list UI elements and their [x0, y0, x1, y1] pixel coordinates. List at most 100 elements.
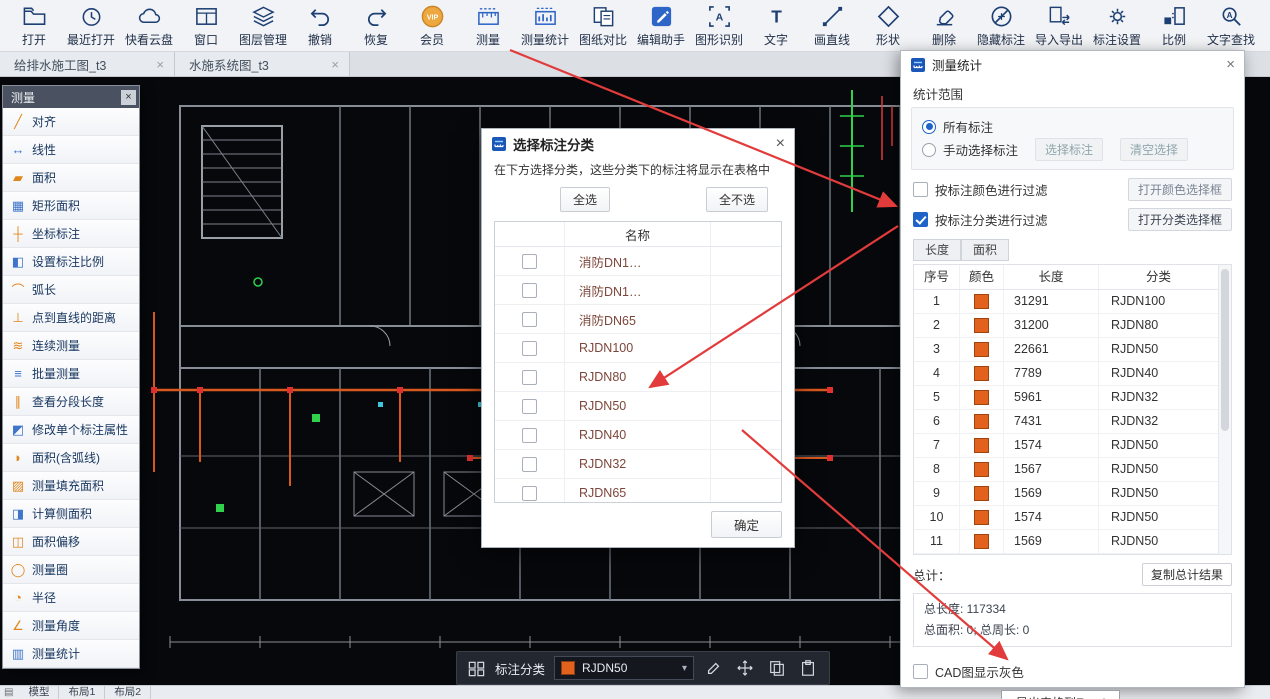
stats-table-row[interactable]: 3 22661 RJDN50	[914, 338, 1219, 362]
measure-tool-item[interactable]: ◔ 半径	[3, 584, 139, 612]
measure-tool-item[interactable]: ↔ 线性	[3, 136, 139, 164]
stats-table-row[interactable]: 10 1574 RJDN50	[914, 506, 1219, 530]
select-annotations-button[interactable]: 选择标注	[1035, 138, 1103, 161]
scope-manual-row[interactable]: 手动选择标注 选择标注 清空选择	[922, 138, 1223, 161]
scrollbar-thumb[interactable]	[1221, 269, 1229, 431]
select-none-button[interactable]: 全不选	[706, 187, 768, 212]
measure-tool-item[interactable]: ∥ 查看分段长度	[3, 388, 139, 416]
row-checkbox[interactable]	[522, 486, 537, 501]
stats-table-row[interactable]: 7 1574 RJDN50	[914, 434, 1219, 458]
toolbar-button[interactable]: 画直线	[804, 0, 860, 52]
stats-table-row[interactable]: 8 1567 RJDN50	[914, 458, 1219, 482]
measure-tool-item[interactable]: ╱ 对齐	[3, 108, 139, 136]
row-checkbox[interactable]	[522, 283, 537, 298]
radio-manual-select[interactable]	[922, 143, 936, 157]
open-class-picker-button[interactable]: 打开分类选择框	[1128, 208, 1232, 231]
scope-all-row[interactable]: 所有标注	[922, 115, 1223, 138]
toolbar-button[interactable]: 打开	[6, 0, 62, 52]
open-color-picker-button[interactable]: 打开颜色选择框	[1128, 178, 1232, 201]
toolbar-button[interactable]: 快看云盘	[120, 0, 178, 52]
measure-tool-item[interactable]: ⌒ 弧长	[3, 276, 139, 304]
measure-tool-item[interactable]: ▦ 矩形面积	[3, 192, 139, 220]
toolbar-button[interactable]: 标注设置	[1088, 0, 1146, 52]
tab-close-icon[interactable]: ×	[331, 57, 339, 72]
classification-row[interactable]: RJDN100	[495, 334, 781, 363]
measure-tool-item[interactable]: ◧ 设置标注比例	[3, 248, 139, 276]
color-filter-checkbox[interactable]	[913, 182, 928, 197]
measure-tool-item[interactable]: ≡ 批量测量	[3, 360, 139, 388]
toolbar-button[interactable]: 隐藏标注	[972, 0, 1030, 52]
move-annotation-button[interactable]	[734, 656, 756, 680]
measure-tool-item[interactable]: ◗ 面积(含弧线)	[3, 444, 139, 472]
measure-panel-header[interactable]: 测量 ×	[3, 86, 139, 108]
classification-row[interactable]: 消防DN1…	[495, 276, 781, 305]
toolbar-button[interactable]: 图形识别	[690, 0, 748, 52]
copy-annotation-button[interactable]	[766, 656, 788, 680]
measure-panel-close-icon[interactable]: ×	[121, 90, 136, 105]
class-filter-checkbox[interactable]	[913, 212, 928, 227]
stats-table-row[interactable]: 9 1569 RJDN50	[914, 482, 1219, 506]
toolbar-button[interactable]: 图层管理	[234, 0, 292, 52]
layout-tab[interactable]: 模型	[19, 686, 59, 699]
classification-row[interactable]: 消防DN1…	[495, 247, 781, 276]
classification-dropdown[interactable]: RJDN50 ▾	[554, 656, 694, 680]
classification-row[interactable]: RJDN50	[495, 392, 781, 421]
measure-tool-item[interactable]: ▥ 测量统计	[3, 640, 139, 668]
paste-annotation-button[interactable]	[797, 656, 819, 680]
export-excel-button[interactable]: 导出表格到Excel	[1001, 690, 1120, 699]
row-checkbox[interactable]	[522, 254, 537, 269]
radio-all-annotations[interactable]	[922, 120, 936, 134]
stats-table-row[interactable]: 6 7431 RJDN32	[914, 410, 1219, 434]
layout-tab[interactable]: 布局2	[105, 686, 151, 699]
toolbar-button[interactable]: 比例	[1146, 0, 1202, 52]
measure-tool-item[interactable]: ⊥ 点到直线的距离	[3, 304, 139, 332]
document-tab[interactable]: 给排水施工图_t3 ×	[0, 52, 175, 76]
table-scrollbar[interactable]	[1218, 265, 1231, 554]
stats-tab[interactable]: 面积	[961, 239, 1009, 261]
toolbar-button[interactable]: 文字查找	[1202, 0, 1260, 52]
measure-tool-item[interactable]: ◯ 测量圈	[3, 556, 139, 584]
clear-selection-button[interactable]: 清空选择	[1120, 138, 1188, 161]
stats-table-row[interactable]: 2 31200 RJDN80	[914, 314, 1219, 338]
measure-tool-item[interactable]: ◨ 计算侧面积	[3, 500, 139, 528]
row-checkbox[interactable]	[522, 428, 537, 443]
toolbar-button[interactable]: 文字	[748, 0, 804, 52]
cad-gray-checkbox[interactable]	[913, 664, 928, 679]
toolbar-button[interactable]: 测量统计	[516, 0, 574, 52]
toolbar-button[interactable]: 测量	[460, 0, 516, 52]
stats-table-row[interactable]: 4 7789 RJDN40	[914, 362, 1219, 386]
toolbar-button[interactable]: 编辑助手	[632, 0, 690, 52]
row-checkbox[interactable]	[522, 457, 537, 472]
stats-panel-header[interactable]: 测量统计 ×	[901, 51, 1244, 78]
classification-row[interactable]: RJDN80	[495, 363, 781, 392]
confirm-button[interactable]: 确定	[711, 511, 782, 538]
classification-row[interactable]: RJDN65	[495, 479, 781, 503]
toolbar-button[interactable]: 图纸对比	[574, 0, 632, 52]
edit-annotation-button[interactable]	[703, 656, 725, 680]
stats-table-row[interactable]: 1 31291 RJDN100	[914, 290, 1219, 314]
document-tab[interactable]: 水施系统图_t3 ×	[175, 52, 350, 76]
copy-total-button[interactable]: 复制总计结果	[1142, 563, 1232, 586]
stats-table-row[interactable]: 5 5961 RJDN32	[914, 386, 1219, 410]
row-checkbox[interactable]	[522, 341, 537, 356]
measure-tool-item[interactable]: ┼ 坐标标注	[3, 220, 139, 248]
measure-tool-item[interactable]: ◫ 面积偏移	[3, 528, 139, 556]
dialog-close-icon[interactable]: ×	[776, 135, 785, 153]
measure-tool-item[interactable]: ▨ 测量填充面积	[3, 472, 139, 500]
toolbar-button[interactable]: 撤销	[292, 0, 348, 52]
toolbar-button[interactable]: 恢复	[348, 0, 404, 52]
toolbar-button[interactable]: 最近打开	[62, 0, 120, 52]
stats-panel-close-icon[interactable]: ×	[1226, 56, 1235, 73]
measure-tool-item[interactable]: ▰ 面积	[3, 164, 139, 192]
stats-table-row[interactable]: 11 1569 RJDN50	[914, 530, 1219, 554]
measure-tool-item[interactable]: ◩ 修改单个标注属性	[3, 416, 139, 444]
tab-close-icon[interactable]: ×	[156, 57, 164, 72]
stats-tab[interactable]: 长度	[913, 239, 961, 261]
toolbar-button[interactable]: 导入导出	[1030, 0, 1088, 52]
toolbar-button[interactable]: 形状	[860, 0, 916, 52]
toolbar-button[interactable]: 删除	[916, 0, 972, 52]
layout-tab[interactable]: 布局1	[59, 686, 105, 699]
classification-row[interactable]: RJDN40	[495, 421, 781, 450]
classification-row[interactable]: RJDN32	[495, 450, 781, 479]
toolbar-button[interactable]: 窗口	[178, 0, 234, 52]
